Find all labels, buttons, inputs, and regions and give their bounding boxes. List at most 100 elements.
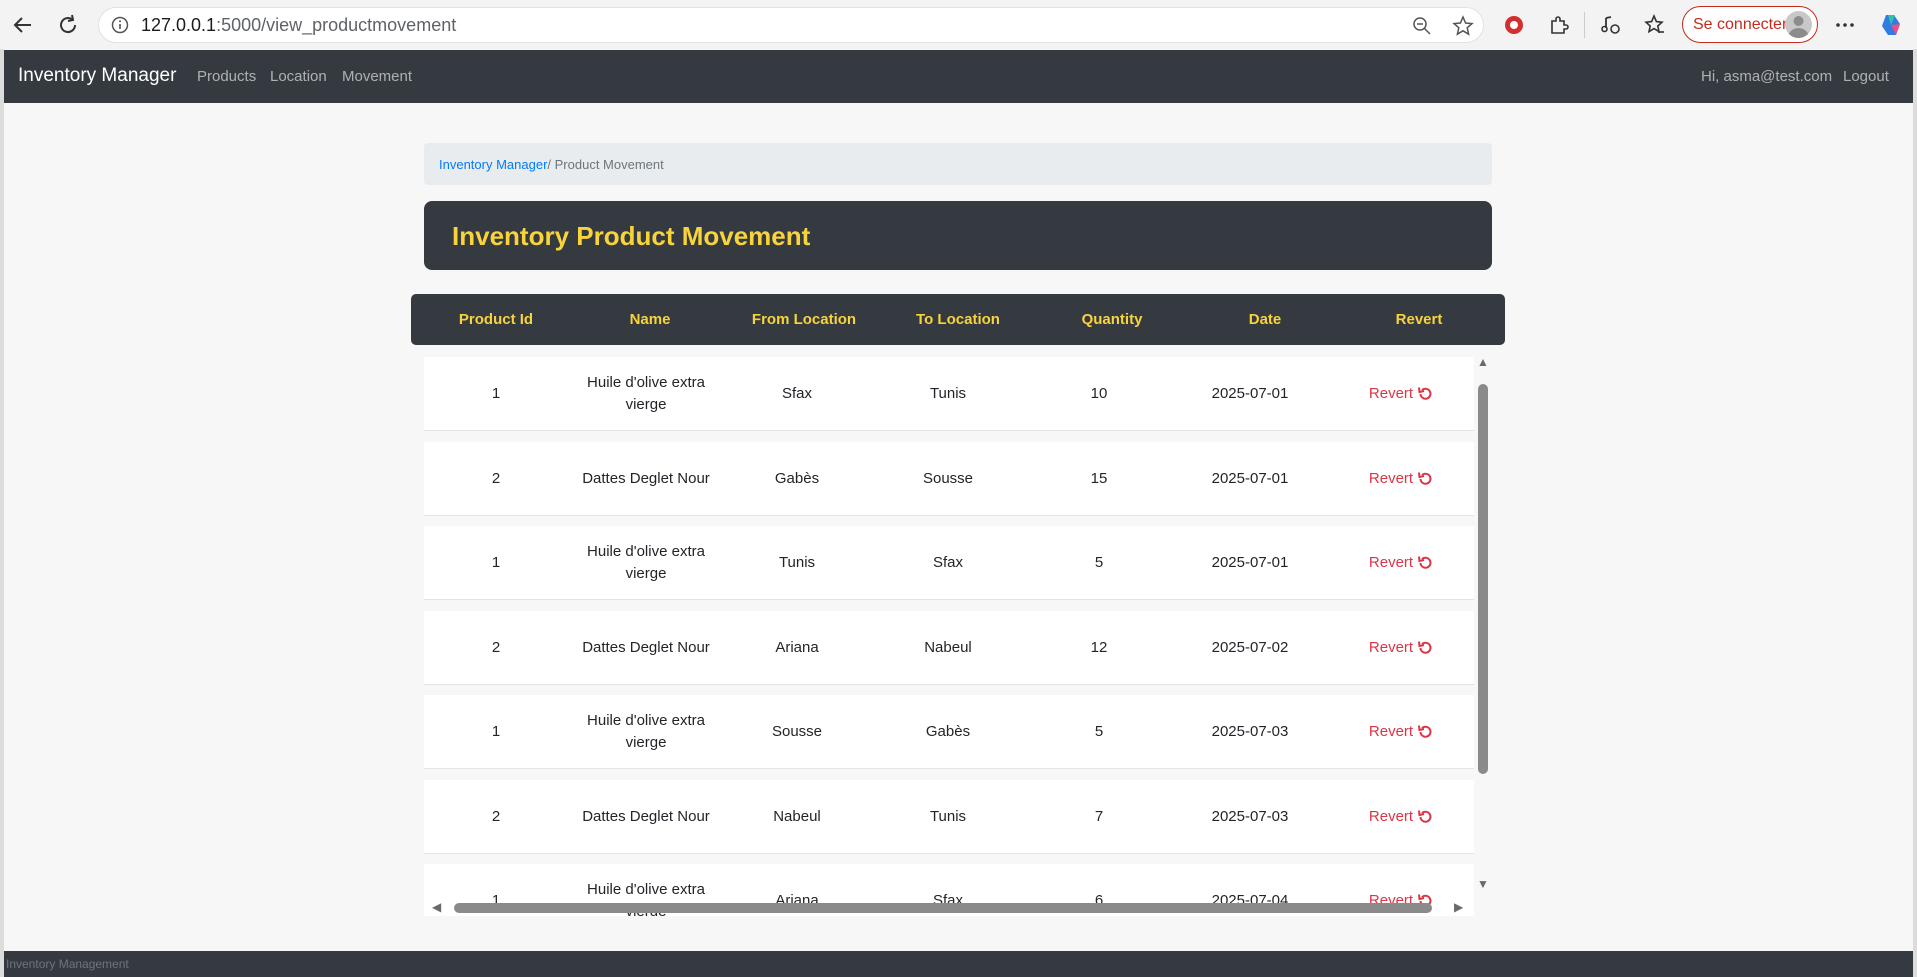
vertical-scrollbar[interactable]: ▲ ▼ (1473, 355, 1492, 897)
revert-button[interactable]: Revert (1341, 780, 1461, 854)
favorite-star-icon[interactable] (1452, 15, 1474, 42)
revert-link[interactable]: Revert (1369, 637, 1433, 659)
signin-label: Se connecter (1693, 15, 1788, 33)
page-title: Inventory Product Movement (452, 221, 811, 251)
cell-product-id: 1 (491, 554, 501, 571)
url-text: 127.0.0.1:5000/view_productmovement (141, 14, 457, 35)
more-options-icon[interactable] (1830, 10, 1860, 40)
cell-product-id: 2 (491, 638, 501, 656)
site-info-icon[interactable] (111, 16, 129, 39)
table-row: 2 Dattes Deglet Nour Gabès Sousse 15 2025-07-… (424, 441, 1474, 516)
header-date: Date (1248, 311, 1282, 328)
undo-icon (1417, 640, 1433, 656)
cell-date: 2025-07-03 (1211, 723, 1289, 740)
cell-to-location: Tunis (929, 807, 967, 825)
scroll-left-arrow-icon[interactable]: ◀ (432, 900, 441, 914)
header-product-id: Product Id (458, 311, 534, 328)
scroll-right-arrow-icon[interactable]: ▶ (1454, 900, 1463, 914)
extensions-icon[interactable] (1544, 10, 1574, 40)
revert-button[interactable]: Revert (1341, 357, 1461, 431)
revert-label: Revert (1368, 723, 1414, 740)
nav-link-movement[interactable]: Movement (342, 68, 412, 85)
cell-from-location: Ariana (775, 638, 819, 656)
undo-icon (1417, 724, 1433, 740)
revert-link[interactable]: Revert (1369, 721, 1433, 743)
cell-from-location: Nabeul (773, 807, 821, 825)
breadcrumb-current: / Product Movement (547, 157, 664, 172)
browser-toolbar: 127.0.0.1:5000/view_productmovement Se c… (0, 0, 1917, 49)
revert-button[interactable]: Revert (1341, 442, 1461, 516)
revert-button[interactable]: Revert (1341, 611, 1461, 685)
revert-label: Revert (1368, 469, 1414, 487)
cell-from-location: Tunis (778, 554, 816, 571)
cell-to-location: Nabeul (924, 638, 972, 656)
favorites-icon[interactable] (1640, 10, 1670, 40)
reload-icon[interactable] (53, 10, 83, 40)
cell-quantity: 12 (1090, 638, 1108, 656)
cell-date: 2025-07-01 (1211, 385, 1289, 402)
revert-link[interactable]: Revert (1369, 468, 1433, 490)
cell-quantity: 5 (1094, 723, 1104, 740)
zoom-out-icon[interactable] (1412, 16, 1432, 41)
vertical-scroll-thumb[interactable] (1478, 384, 1488, 774)
table-row: 2 Dattes Deglet Nour Nabeul Tunis 7 2025-07-0… (424, 779, 1474, 854)
page-title-banner: Inventory Product Movement (424, 201, 1492, 270)
copilot-icon[interactable] (1876, 10, 1906, 40)
undo-icon (1417, 386, 1433, 402)
app-navbar: Inventory Manager Products Location Move… (4, 50, 1913, 103)
cell-date: 2025-07-02 (1211, 638, 1289, 656)
header-quantity: Quantity (1081, 311, 1143, 328)
cell-product-id: 1 (491, 723, 501, 740)
footer-text: Inventory Management (6, 957, 129, 971)
scroll-up-arrow-icon[interactable]: ▲ (1477, 355, 1489, 369)
extension-shield-icon[interactable] (1499, 10, 1529, 40)
nav-link-products[interactable]: Products (197, 68, 256, 85)
breadcrumb-link-home[interactable]: Inventory Manager (439, 157, 547, 172)
logout-link[interactable]: Logout (1843, 68, 1889, 85)
revert-button[interactable]: Revert (1341, 695, 1461, 769)
header-name: Name (629, 311, 671, 328)
cell-name: Huile d'olive extra vierge (587, 374, 705, 413)
table-header: Product Id Name From Location To Locatio… (411, 294, 1505, 345)
cell-name: Dattes Deglet Nour (582, 638, 710, 656)
cell-date: 2025-07-01 (1211, 554, 1289, 571)
table-body[interactable]: 1 Huile d'olive extra vierge Sfax Tunis 10 20… (424, 357, 1492, 916)
cell-to-location: Sfax (932, 554, 963, 571)
revert-label: Revert (1368, 638, 1414, 656)
signin-button[interactable]: Se connecter (1682, 6, 1818, 43)
revert-button[interactable]: Revert (1341, 526, 1461, 600)
cell-name: Huile d'olive extra vierge (587, 712, 705, 751)
cell-date: 2025-07-01 (1211, 469, 1289, 487)
media-control-icon[interactable] (1596, 10, 1626, 40)
header-revert: Revert (1395, 311, 1443, 328)
cell-name: Dattes Deglet Nour (582, 807, 710, 825)
horizontal-scroll-thumb[interactable] (454, 903, 1432, 913)
cell-product-id: 1 (491, 385, 501, 402)
cell-name: Dattes Deglet Nour (582, 469, 710, 487)
address-bar[interactable]: 127.0.0.1:5000/view_productmovement (98, 7, 1484, 43)
undo-icon (1417, 809, 1433, 825)
cell-from-location: Sousse (771, 723, 823, 740)
window-frame-right (1913, 49, 1917, 977)
scroll-down-arrow-icon[interactable]: ▼ (1477, 877, 1489, 891)
cell-quantity: 10 (1090, 385, 1108, 402)
navbar-brand[interactable]: Inventory Manager (18, 65, 176, 87)
cell-quantity: 7 (1094, 807, 1104, 825)
cell-from-location: Gabès (774, 469, 820, 487)
table-row: 1 Huile d'olive extra vierge Sousse Gabès 5 2… (424, 695, 1474, 769)
user-greeting: Hi, asma@test.com (1701, 68, 1833, 85)
horizontal-scrollbar[interactable]: ◀ ▶ (424, 898, 1473, 917)
revert-label: Revert (1368, 385, 1414, 402)
revert-link[interactable]: Revert (1369, 383, 1433, 405)
revert-link[interactable]: Revert (1369, 552, 1433, 574)
cell-quantity: 15 (1090, 469, 1108, 487)
cell-to-location: Tunis (929, 385, 967, 402)
table-row: 2 Dattes Deglet Nour Ariana Nabeul 12 2025-07… (424, 610, 1474, 685)
cell-date: 2025-07-03 (1211, 807, 1289, 825)
cell-product-id: 2 (491, 469, 501, 487)
header-from-location: From Location (751, 311, 857, 328)
back-icon[interactable] (8, 10, 38, 40)
nav-link-location[interactable]: Location (270, 68, 327, 85)
table-row: 1 Huile d'olive extra vierge Sfax Tunis 10 20… (424, 357, 1474, 431)
revert-link[interactable]: Revert (1369, 806, 1433, 828)
